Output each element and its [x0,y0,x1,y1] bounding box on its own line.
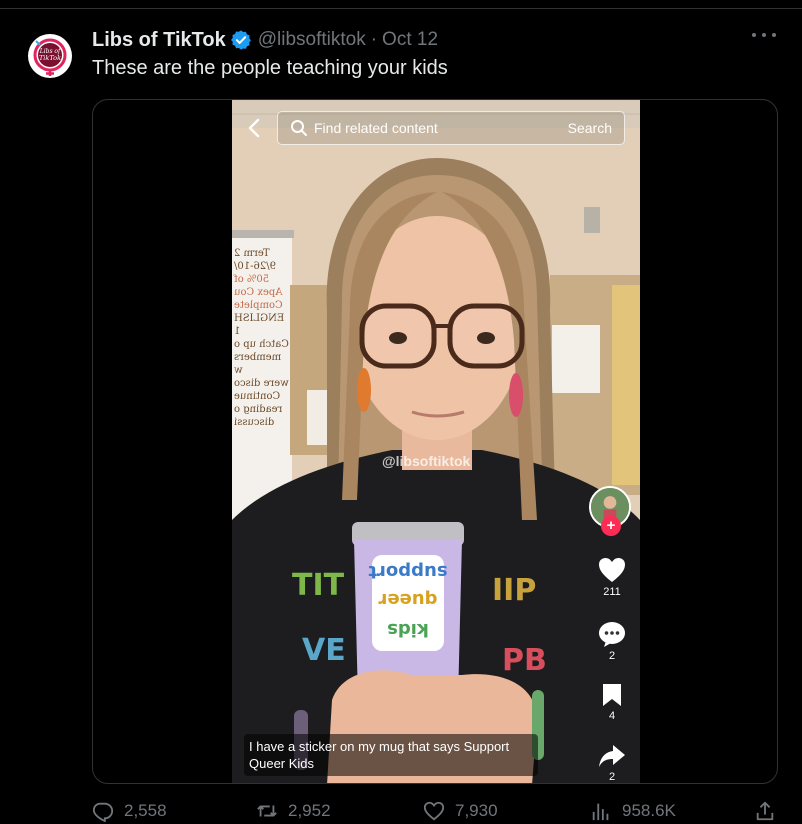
svg-text:TIT: TIT [292,568,345,603]
heart-icon [599,558,625,582]
share-upload-icon [756,801,774,821]
tweet-date[interactable]: Oct 12 [382,29,438,51]
video-frame[interactable]: TIT IIP VE PB support queer kids Term 2 … [232,100,640,783]
search-icon [291,120,307,136]
views-chart-icon [592,803,609,821]
svg-text:queer: queer [378,589,437,610]
svg-text:support: support [368,561,448,582]
svg-text:PB: PB [502,643,547,678]
author-avatar[interactable]: Libs of TikTok [28,34,72,78]
tweet-header: Libs of TikTok @libsoftiktok · Oct 12 [92,28,438,52]
comment-count: 2 [608,650,616,662]
comment-button[interactable]: 2 [592,620,632,662]
svg-text:TikTok: TikTok [39,54,61,62]
bookmark-button[interactable]: 4 [592,682,632,722]
like-tweet-button[interactable]: 7,930 [423,800,498,822]
bookmark-icon [603,684,621,706]
back-arrow-icon[interactable] [246,117,262,139]
like-count: 211 [603,586,621,598]
like-button[interactable]: 211 [592,556,632,598]
search-placeholder[interactable]: Find related content [314,120,568,136]
video-watermark: @libsoftiktok [382,453,471,469]
tweet-actions: 2,558 2,952 7,930 958.6K [92,800,782,824]
author-handle[interactable]: @libsoftiktok [258,29,366,51]
svg-text:VE: VE [302,633,346,668]
video-search-bar[interactable]: Find related content Search [277,111,625,145]
more-options-icon[interactable] [752,28,776,42]
views-button[interactable]: 958.6K [590,800,676,822]
comment-icon [599,622,625,647]
top-divider [0,0,802,9]
share-arrow-icon [599,745,625,767]
views-count: 958.6K [622,801,676,820]
share-tweet-button[interactable] [754,800,786,822]
bookmark-count: 4 [608,710,616,722]
share-count: 2 [608,771,616,783]
svg-text:kids: kids [387,619,429,640]
share-button[interactable]: 2 [592,743,632,783]
video-media[interactable]: TIT IIP VE PB support queer kids Term 2 … [92,99,778,784]
retweet-button[interactable]: 2,952 [256,800,331,822]
reply-button[interactable]: 2,558 [92,800,167,822]
author-name[interactable]: Libs of TikTok [92,29,226,52]
retweet-icon [257,805,277,817]
reply-icon [92,802,114,822]
retweet-count: 2,952 [288,801,331,820]
video-scene: TIT IIP VE PB support queer kids [232,100,640,783]
tweet-text: These are the people teaching your kids [92,57,448,79]
video-caption: I have a sticker on my mug that says Sup… [244,734,538,776]
svg-text:IIP: IIP [492,573,536,608]
tweet[interactable]: Libs of TikTok Libs of TikTok @libsoftik… [0,10,802,822]
like-heart-icon [423,801,445,821]
like-count-tweet: 7,930 [455,801,498,820]
search-button[interactable]: Search [568,120,612,136]
follow-plus-icon[interactable]: + [601,516,621,536]
verified-badge-icon [230,29,252,51]
whiteboard-text: Term 2 9/26-10/ 50% of Apex Cou Complete… [234,248,289,428]
reply-count: 2,558 [124,801,167,820]
separator-dot: · [370,29,378,50]
